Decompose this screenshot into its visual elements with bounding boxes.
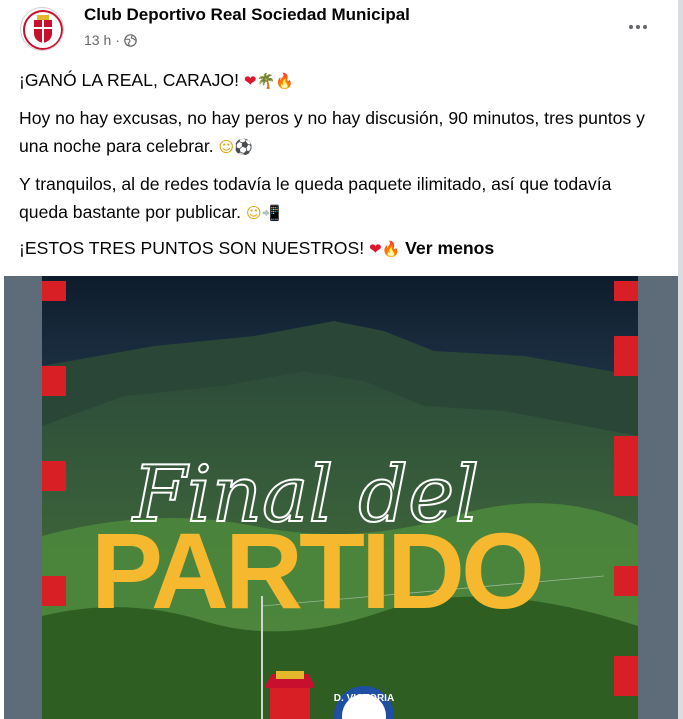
page-name-link[interactable]: Club Deportivo Real Sociedad Municipal	[84, 5, 410, 25]
see-less-link[interactable]: Ver menos	[405, 238, 494, 258]
fire-icon: 🔥	[381, 240, 401, 258]
scrollbar-track[interactable]	[678, 0, 683, 719]
away-team-badge-text: D. VICTORIA	[334, 693, 394, 704]
post-line-1: ¡GANÓ LA REAL, CARAJO! ❤🌴🔥	[19, 66, 665, 95]
image-title-script: Final del	[131, 450, 480, 540]
post-image[interactable]: PARTIDO Final del D. VICTORIA	[4, 276, 679, 719]
red-heart-icon: ❤	[243, 72, 257, 90]
post-line-3: Y tranquilos, al de redes todavía le que…	[19, 170, 665, 227]
globe-icon[interactable]	[124, 33, 137, 47]
soccer-ball-icon: ⚽	[234, 138, 253, 156]
monocle-face-icon: ☺	[218, 138, 235, 156]
post-meta: 13 h ·	[84, 32, 137, 48]
tears-of-joy-icon: ☺	[245, 204, 262, 222]
red-heart-icon: ❤	[369, 240, 382, 258]
post-line-4: ¡ESTOS TRES PUNTOS SON NUESTROS! ❤🔥 Ver …	[19, 234, 665, 263]
mobile-phone-arrow-icon: 📲	[261, 204, 281, 222]
facebook-post: Club Deportivo Real Sociedad Municipal 1…	[0, 0, 683, 719]
post-time[interactable]: 13 h	[84, 32, 111, 48]
palm-tree-icon: 🌴	[256, 72, 276, 90]
more-options-icon[interactable]	[625, 14, 651, 40]
post-line-2-text: Hoy no hay excusas, no hay peros y no ha…	[19, 108, 645, 156]
post-line-4-text: ¡ESTOS TRES PUNTOS SON NUESTROS!	[19, 238, 365, 258]
post-line-3-text: Y tranquilos, al de redes todavía le que…	[19, 174, 612, 222]
home-team-badge	[266, 671, 314, 719]
post-line-2: Hoy no hay excusas, no hay peros y no ha…	[19, 104, 665, 161]
page-avatar[interactable]	[20, 7, 64, 51]
post-line-1-text: ¡GANÓ LA REAL, CARAJO!	[19, 70, 239, 90]
fire-icon: 🔥	[275, 72, 294, 90]
